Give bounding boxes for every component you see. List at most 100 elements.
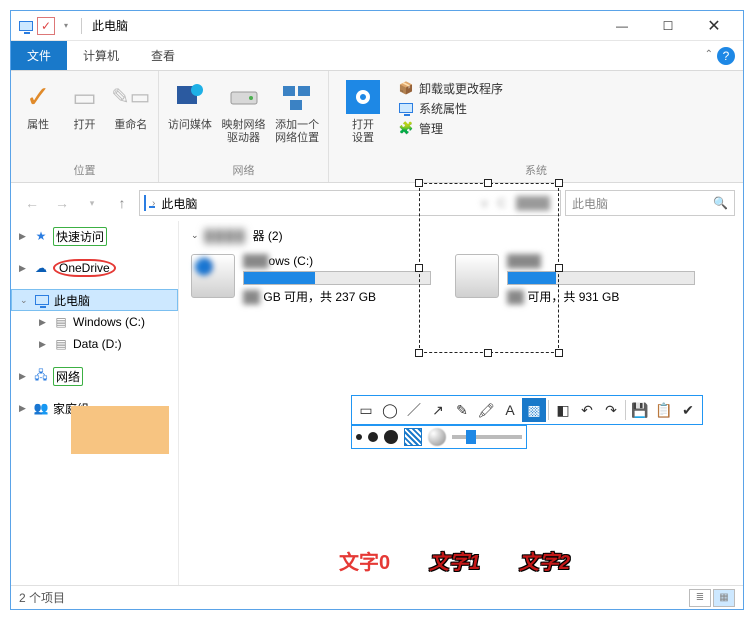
pc-icon — [34, 292, 50, 308]
mosaic-tool-icon[interactable]: ▩ — [522, 398, 546, 422]
eraser-tool-icon[interactable]: ◧ — [551, 398, 575, 422]
status-bar: 2 个项目 ≣ ▦ — [11, 585, 743, 609]
close-button[interactable]: ✕ — [691, 12, 737, 40]
item-count: 2 个项目 — [19, 589, 65, 606]
star-icon: ★ — [33, 228, 49, 244]
annot-text2: 文字2 — [519, 546, 570, 575]
annot-text0: 文字0 — [339, 546, 390, 575]
help-icon[interactable]: ? — [717, 47, 735, 65]
blur-style-icon[interactable] — [428, 428, 446, 446]
group-header[interactable]: ⌄ ████ 器 (2) — [191, 227, 731, 244]
annot-orange-rect — [71, 406, 169, 454]
minimize-button[interactable]: — — [599, 12, 645, 40]
tab-file[interactable]: 文件 — [11, 41, 67, 70]
maximize-button[interactable]: ☐ — [645, 12, 691, 40]
nav-forward-button[interactable]: → — [49, 190, 75, 216]
menubar: 文件 计算机 查看 ⌃ ? — [11, 41, 743, 71]
expand-icon[interactable]: ▶ — [19, 403, 29, 414]
window-title: 此电脑 — [92, 17, 128, 34]
rename-button[interactable]: ✎▭ 重命名 — [112, 75, 150, 132]
drive-icon — [455, 254, 499, 298]
annot-quick: 快速访问 — [53, 227, 107, 246]
sidebar-item-onedrive[interactable]: ▶ ☁ OneDrive — [11, 257, 178, 279]
expand-icon[interactable]: ▶ — [19, 263, 29, 274]
rect-tool-icon[interactable]: ▭ — [354, 398, 378, 422]
capacity-bar — [507, 271, 695, 285]
address-blur: v C ████ — [481, 196, 550, 210]
chevron-down-icon: ⌄ — [191, 230, 199, 241]
network-icon: 🖧 — [33, 368, 49, 384]
group-location-label: 位置 — [19, 160, 150, 180]
navbar: ← → ▾ ↑ › 此电脑 v C ████ 此电脑 🔍 — [19, 189, 735, 217]
text-tool-icon[interactable]: A — [498, 398, 522, 422]
open-settings-button[interactable]: 打开 设置 — [337, 75, 389, 145]
pen-tool-icon[interactable]: ✎ — [450, 398, 474, 422]
size-slider[interactable] — [452, 435, 522, 439]
size-medium-icon[interactable] — [368, 432, 378, 442]
sidebar-item-drive-c[interactable]: ▶ ▤ Windows (C:) — [11, 311, 178, 333]
open-icon: ▭ — [66, 79, 102, 115]
manage-button[interactable]: 🧩 管理 — [397, 119, 503, 137]
manage-icon: 🧩 — [397, 119, 415, 137]
media-button[interactable]: 访问媒体 — [167, 75, 213, 132]
monitor-icon — [397, 99, 415, 117]
mosaic-style-icon[interactable] — [404, 428, 422, 446]
tab-view[interactable]: 查看 — [135, 41, 191, 70]
ellipse-tool-icon[interactable]: ◯ — [378, 398, 402, 422]
search-icon: 🔍 — [713, 196, 728, 210]
arrow-tool-icon[interactable]: ↗ — [426, 398, 450, 422]
nav-back-button[interactable]: ← — [19, 190, 45, 216]
network-icon — [279, 79, 315, 115]
done-button[interactable]: ✔ — [676, 398, 700, 422]
view-details-button[interactable]: ≣ — [689, 589, 711, 607]
box-icon: 📦 — [397, 79, 415, 97]
sidebar-item-drive-d[interactable]: ▶ ▤ Data (D:) — [11, 333, 178, 355]
tab-computer[interactable]: 计算机 — [67, 41, 135, 70]
drive-c[interactable]: 🔵 ███ows (C:) ██ GB 可用，共 237 GB — [191, 254, 431, 305]
expand-icon[interactable]: ▶ — [19, 371, 29, 382]
map-drive-button[interactable]: 映射网络 驱动器 — [221, 75, 267, 145]
size-large-icon[interactable] — [384, 430, 398, 444]
marker-tool-icon[interactable]: 🖍 — [474, 398, 498, 422]
address-bar[interactable]: › 此电脑 v C ████ — [139, 190, 561, 216]
redo-button[interactable]: ↷ — [599, 398, 623, 422]
checkmark-icon: ✓ — [20, 79, 56, 115]
titlebar: ✓ ▾ 此电脑 — ☐ ✕ — [11, 11, 743, 41]
drive-d[interactable]: ████ ██ 可用，共 931 GB — [455, 254, 695, 305]
capacity-bar — [243, 271, 431, 285]
sidebar-item-thispc[interactable]: ⌄ 此电脑 — [11, 289, 178, 311]
size-small-icon[interactable] — [356, 434, 362, 440]
qat-checkbox-icon[interactable]: ✓ — [37, 17, 55, 35]
view-tiles-button[interactable]: ▦ — [713, 589, 735, 607]
expand-icon[interactable]: ▶ — [39, 317, 49, 328]
homegroup-icon: 👥 — [33, 400, 49, 416]
uninstall-button[interactable]: 📦 卸载或更改程序 — [397, 79, 503, 97]
nav-recent-button[interactable]: ▾ — [79, 190, 105, 216]
expand-icon[interactable]: ▶ — [19, 231, 29, 242]
properties-button[interactable]: ✓ 属性 — [19, 75, 57, 132]
expand-icon[interactable]: ▶ — [39, 339, 49, 350]
rename-icon: ✎▭ — [113, 79, 149, 115]
pc-icon — [144, 196, 146, 210]
copy-button[interactable]: 📋 — [652, 398, 676, 422]
qat-dropdown-icon[interactable]: ▾ — [57, 17, 75, 35]
address-text: 此电脑 — [161, 195, 197, 212]
ribbon: ✓ 属性 ▭ 打开 ✎▭ 重命名 位置 访问媒体 — [11, 71, 743, 183]
search-box[interactable]: 此电脑 🔍 — [565, 190, 735, 216]
sidebar-nav: ▶ ★ 快速访问 ▶ ☁ OneDrive ⌄ 此电脑 ▶ ▤ Windows … — [11, 221, 179, 585]
save-button[interactable]: 💾 — [628, 398, 652, 422]
snip-toolbar: ▭ ◯ ／ ↗ ✎ 🖍 A ▩ ◧ ↶ ↷ 💾 📋 ✔ — [351, 395, 703, 425]
collapse-icon[interactable]: ⌄ — [20, 295, 30, 306]
line-tool-icon[interactable]: ／ — [402, 398, 426, 422]
sidebar-item-network[interactable]: ▶ 🖧 网络 — [11, 365, 178, 387]
nav-up-button[interactable]: ↑ — [109, 190, 135, 216]
ribbon-collapse-icon[interactable]: ⌃ — [705, 49, 713, 60]
drive-icon: 🔵 — [191, 254, 235, 298]
open-button[interactable]: ▭ 打开 — [65, 75, 103, 132]
sidebar-item-quick[interactable]: ▶ ★ 快速访问 — [11, 225, 178, 247]
media-icon — [172, 79, 208, 115]
add-network-button[interactable]: 添加一个 网络位置 — [274, 75, 320, 145]
drive-icon: ▤ — [53, 336, 69, 352]
undo-button[interactable]: ↶ — [575, 398, 599, 422]
sysprops-button[interactable]: 系统属性 — [397, 99, 503, 117]
